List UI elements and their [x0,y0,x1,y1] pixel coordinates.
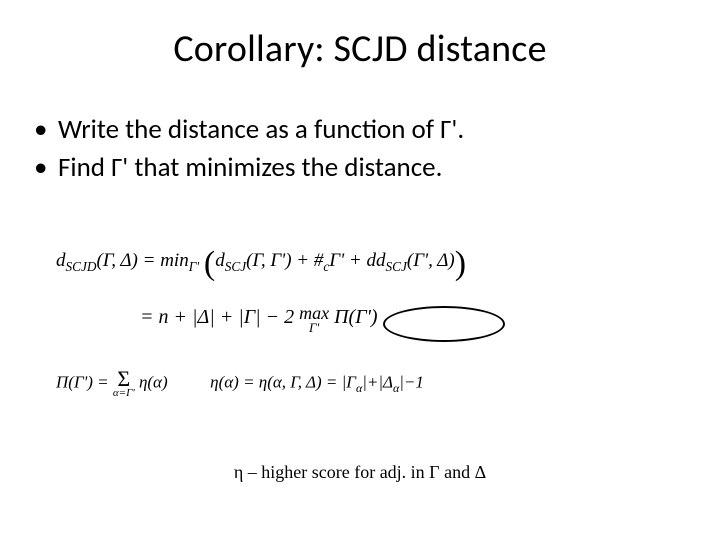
math-block: dSCJD(Γ, Δ) = minΓ' (dSCJ(Γ, Γ') + #cΓ' … [56,250,676,399]
bullet-item-1: Write the distance as a function of Γ'. [34,112,720,148]
eq3-sigsub: α=Γ' [113,388,135,399]
eq1-scj2: SCJ [385,259,406,274]
eq3-mid: η(α) [135,372,168,391]
eq2-max-wrap: max Γ' [299,303,329,334]
eq3-lhs: Π(Γ') = [56,372,113,391]
equation-2: = n + |Δ| + |Γ| − 2 max Γ' Π(Γ') [140,303,676,334]
eq1-args: (Γ, Δ) = min [97,250,189,271]
slide: Corollary: SCJD distance Write the dista… [0,0,720,540]
eq1-d: d [56,250,66,271]
eq1-mid: (Γ, Γ') + # [246,250,323,271]
equation-3: Π(Γ') = Σα=Γ' η(α) η(α) = η(α, Γ, Δ) = |… [56,368,676,399]
eq3-sum: Σα=Γ' [113,368,135,399]
eq2-rhs: Π(Γ') [329,306,377,328]
bullet-list: Write the distance as a function of Γ'. … [34,112,720,187]
bullet-item-2: Find Γ' that minimizes the distance. [34,150,720,186]
eq1-end: (Γ', Δ) [407,250,455,271]
eq3-gap [168,372,211,391]
eq1-dscj: d [215,250,225,271]
eq2-lhs: = n + |Δ| + |Γ| − 2 [140,306,294,328]
eq1-scjd: SCJD [66,259,97,274]
paren-open: ( [204,254,215,274]
eq3-rhs2: |+|Δ [362,372,393,391]
caption: η – higher score for adj. in Γ and Δ [0,462,720,483]
eq1-mid2: Γ' + dd [329,250,385,271]
page-title: Corollary: SCJD distance [0,0,720,72]
equation-1: dSCJD(Γ, Δ) = minΓ' (dSCJ(Γ, Γ') + #cΓ' … [56,250,676,275]
eq3-rhs1: η(α) = η(α, Γ, Δ) = |Γ [210,372,356,391]
eq3-rhs3: |−1 [399,372,424,391]
paren-close: ) [455,254,466,274]
eq1-minsub: Γ' [189,259,199,274]
eq1-scj1: SCJ [225,259,246,274]
